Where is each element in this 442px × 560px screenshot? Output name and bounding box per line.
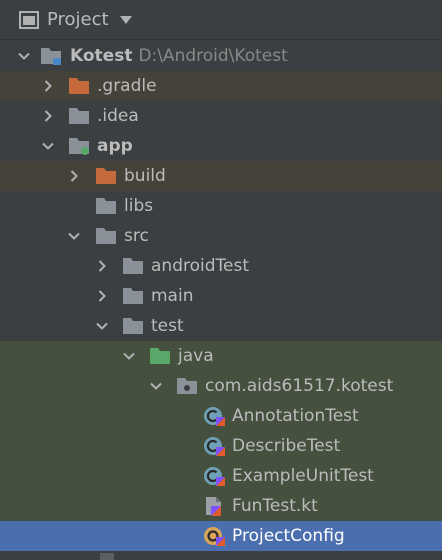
test-source-folder-icon	[150, 348, 170, 364]
folder-icon	[123, 258, 143, 274]
chevron-down-icon[interactable]	[96, 320, 108, 332]
kotlin-class-icon	[204, 437, 225, 456]
tree-item-idea[interactable]: .idea	[0, 101, 442, 131]
chevron-down-icon[interactable]	[120, 15, 132, 25]
tree-item-label: ExampleUnitTest	[232, 466, 374, 486]
tree-item-label: Kotest	[70, 46, 133, 66]
folder-icon	[96, 198, 116, 214]
chevron-right-icon[interactable]	[96, 260, 108, 272]
chevron-right-icon[interactable]	[42, 80, 54, 92]
tree-item-label: main	[151, 286, 194, 306]
folder-icon	[96, 228, 116, 244]
tree-item-label: java	[178, 346, 214, 366]
chevron-right-icon[interactable]	[96, 290, 108, 302]
tree-item-label: libs	[124, 196, 154, 216]
tree-item-label: app	[97, 136, 133, 156]
project-tool-window-header: Project	[0, 0, 442, 40]
tree-item-app[interactable]: app	[0, 131, 442, 161]
kotlin-file-icon	[206, 497, 221, 516]
kotlin-class-icon	[204, 467, 225, 486]
project-window-icon	[19, 11, 39, 29]
chevron-right-icon[interactable]	[68, 170, 80, 182]
tree-item-label: ProjectConfig	[232, 526, 345, 546]
chevron-down-icon[interactable]	[123, 350, 135, 362]
tree-item-label: FunTest.kt	[232, 496, 318, 516]
tree-item-label: androidTest	[151, 256, 249, 276]
tree-item-path: D:\Android\Kotest	[138, 46, 288, 66]
kotlin-class-icon	[204, 407, 225, 426]
tree-item-libs[interactable]: libs	[0, 191, 442, 221]
tree-item-describetest[interactable]: DescribeTest	[0, 431, 442, 461]
tree-item-label: com.aids61517.kotest	[205, 376, 394, 396]
next-row-icon-partial	[100, 553, 114, 560]
tree-item-label: test	[151, 316, 184, 336]
folder-icon	[123, 288, 143, 304]
tree-item-main[interactable]: main	[0, 281, 442, 311]
tree-item-package[interactable]: com.aids61517.kotest	[0, 371, 442, 401]
chevron-down-icon[interactable]	[150, 380, 162, 392]
tree-item-build[interactable]: build	[0, 161, 442, 191]
module-folder-icon	[41, 48, 61, 65]
tree-item-test[interactable]: test	[0, 311, 442, 341]
tree-item-label: AnnotationTest	[232, 406, 359, 426]
tree-item-label: .idea	[97, 106, 139, 126]
android-module-icon	[69, 138, 89, 155]
chevron-down-icon[interactable]	[18, 50, 30, 62]
chevron-down-icon[interactable]	[68, 230, 80, 242]
project-view-selector[interactable]: Project	[47, 9, 109, 31]
package-icon	[177, 378, 197, 394]
chevron-down-icon[interactable]	[42, 140, 54, 152]
tree-item-label: build	[124, 166, 166, 186]
excluded-folder-icon	[96, 168, 116, 184]
tree-item-kotest[interactable]: Kotest D:\Android\Kotest	[0, 41, 442, 71]
tree-item-label: src	[124, 226, 149, 246]
tree-item-androidtest[interactable]: androidTest	[0, 251, 442, 281]
chevron-right-icon[interactable]	[42, 110, 54, 122]
kotlin-object-icon	[204, 527, 225, 546]
tree-item-src[interactable]: src	[0, 221, 442, 251]
folder-icon	[123, 318, 143, 334]
tree-item-label: DescribeTest	[232, 436, 341, 456]
tree-item-annotationtest[interactable]: AnnotationTest	[0, 401, 442, 431]
tree-item-projectconfig[interactable]: ProjectConfig	[0, 521, 442, 551]
tree-item-funtest[interactable]: FunTest.kt	[0, 491, 442, 521]
tree-item-java[interactable]: java	[0, 341, 442, 371]
excluded-folder-icon	[69, 78, 89, 94]
tree-item-gradle[interactable]: .gradle	[0, 71, 442, 101]
folder-icon	[69, 108, 89, 124]
tree-item-label: .gradle	[97, 76, 157, 96]
tree-item-exampleunittest[interactable]: ExampleUnitTest	[0, 461, 442, 491]
